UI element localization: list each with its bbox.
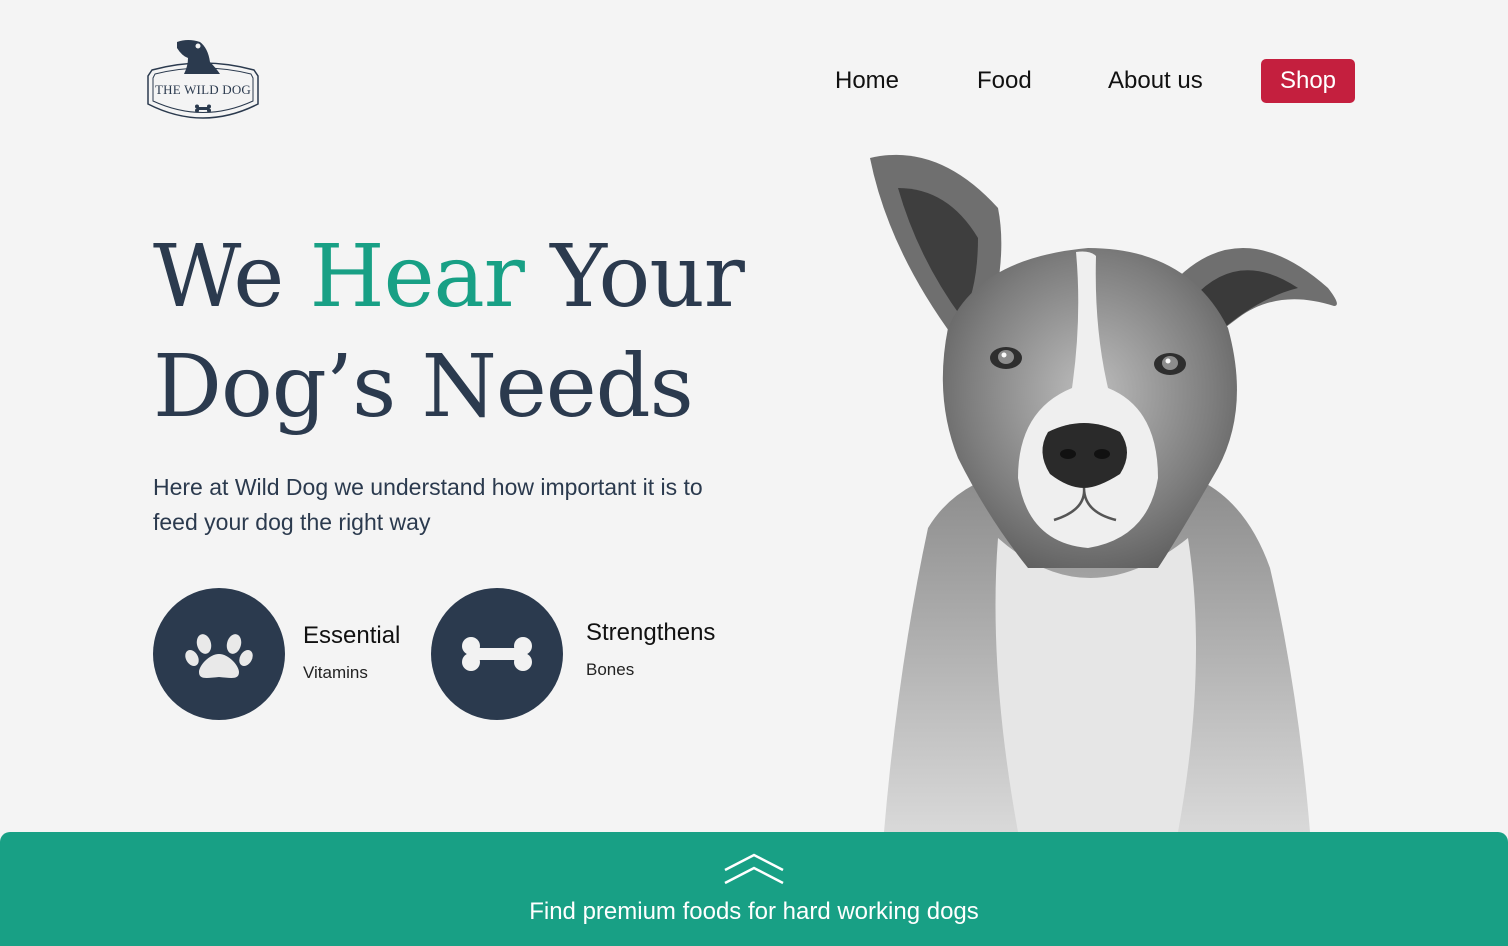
nav-home-link[interactable]: Home: [835, 59, 899, 103]
feature-bones-badge: [431, 588, 563, 720]
feature-title: Essential: [303, 622, 401, 649]
feature-title: Strengthens: [586, 619, 716, 646]
paw-icon: [185, 634, 253, 678]
dog-photo: [858, 148, 1348, 832]
nav-food-link[interactable]: Food: [977, 59, 1032, 103]
feature-vitamins-badge: [153, 588, 285, 720]
shop-button[interactable]: Shop: [1261, 59, 1355, 103]
bone-icon: [462, 637, 532, 671]
headline-highlight: Hear: [309, 227, 525, 327]
feature-subtitle: Vitamins: [303, 663, 368, 682]
headline-part-1: We: [153, 227, 310, 327]
hero-headline: We Hear Your Dog’s Needs: [153, 222, 833, 442]
main-nav: Home Food About us Shop: [0, 59, 1508, 103]
nav-about-link[interactable]: About us: [1108, 59, 1203, 103]
hero-subtext: Here at Wild Dog we understand how impor…: [153, 474, 703, 535]
footer-banner: Find premium foods for hard working dogs: [0, 832, 1508, 946]
chevron-up-icon[interactable]: [722, 852, 786, 886]
footer-tagline: Find premium foods for hard working dogs: [529, 898, 979, 925]
feature-subtitle: Bones: [586, 660, 635, 679]
